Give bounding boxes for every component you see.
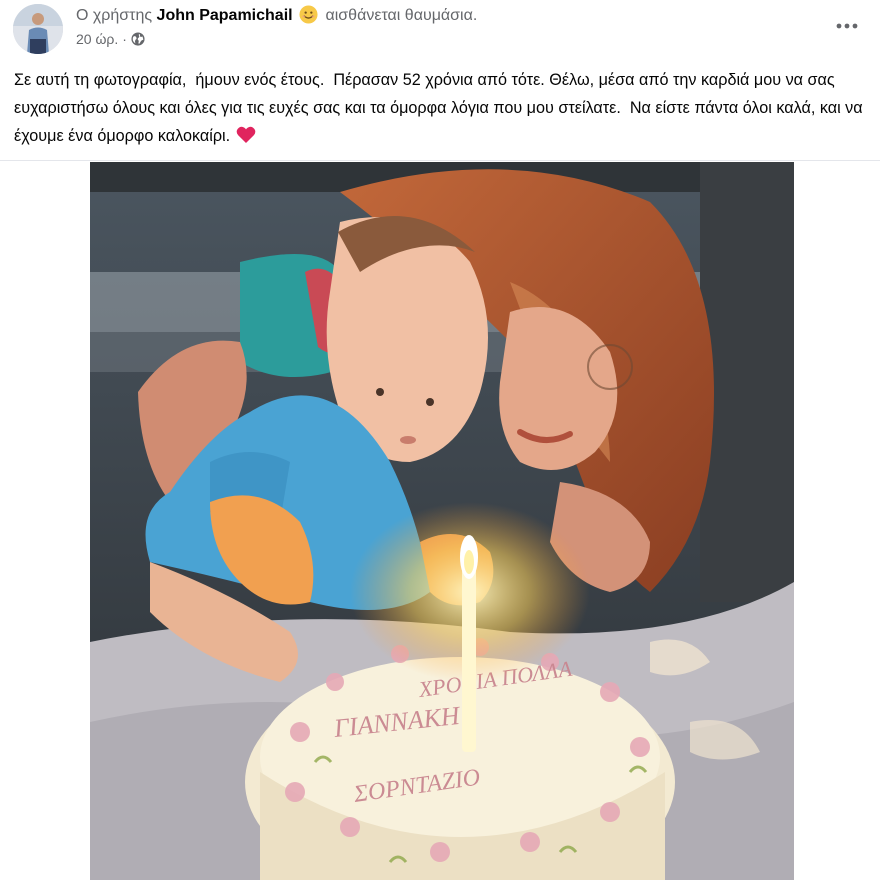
more-options-button[interactable] bbox=[827, 12, 867, 40]
divider bbox=[0, 160, 880, 161]
post-time[interactable]: 20 ώρ. bbox=[76, 31, 118, 47]
globe-icon[interactable] bbox=[131, 32, 145, 46]
post-photo[interactable]: ΧΡΟΝΙΑ ΠΟΛΛΑ ΓΙΑΝΝΑΚΗ ΣΟΡΝΤΑΖΙΟ bbox=[90, 162, 794, 880]
author-prefix: Ο χρήστης bbox=[76, 7, 153, 24]
post-body: Σε αυτή τη φωτογραφία, ήμουν ενός έτους.… bbox=[14, 66, 870, 150]
author-avatar[interactable] bbox=[13, 4, 63, 54]
red-heart-emoji-icon bbox=[236, 125, 256, 143]
post-body-text: Σε αυτή τη φωτογραφία, ήμουν ενός έτους.… bbox=[14, 71, 868, 145]
birthday-photo-image: ΧΡΟΝΙΑ ΠΟΛΛΑ ΓΙΑΝΝΑΚΗ ΣΟΡΝΤΑΖΙΟ bbox=[90, 162, 794, 880]
post-author-line: Ο χρήστης John Papamichail αισθάνεται θα… bbox=[76, 5, 477, 25]
avatar-image bbox=[13, 4, 63, 54]
smiling-face-emoji-icon bbox=[299, 5, 318, 24]
author-name[interactable]: John Papamichail bbox=[157, 7, 293, 24]
post-meta: 20 ώρ. · bbox=[76, 31, 145, 47]
feeling-text: αισθάνεται θαυμάσια. bbox=[325, 7, 478, 24]
meta-separator: · bbox=[122, 31, 127, 47]
post-header: Ο χρήστης John Papamichail αισθάνεται θα… bbox=[0, 0, 880, 62]
ellipsis-icon bbox=[836, 23, 858, 29]
